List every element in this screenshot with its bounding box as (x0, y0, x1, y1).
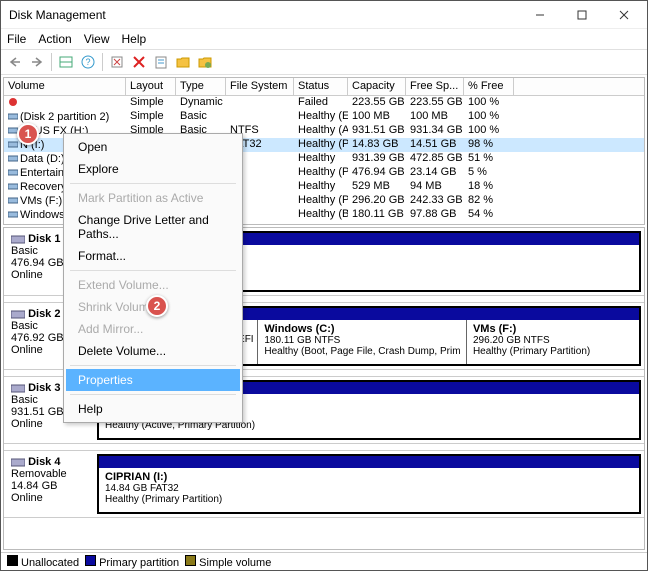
context-menu-item[interactable]: Help (66, 398, 240, 420)
col-layout[interactable]: Layout (126, 78, 176, 96)
volume-row[interactable]: SimpleDynamicFailed223.55 GB223.55 GB100… (4, 96, 644, 110)
partition-box[interactable]: CIPRIAN (I:)14.84 GB FAT32Healthy (Prima… (99, 468, 639, 512)
menu-help[interactable]: Help (122, 32, 147, 46)
context-menu-item[interactable]: Explore (66, 158, 240, 180)
properties-icon[interactable] (151, 52, 171, 72)
content-area: Volume Layout Type File System Status Ca… (1, 75, 647, 570)
volume-row[interactable]: (Disk 2 partition 2)SimpleBasicHealthy (… (4, 110, 644, 124)
title-bar: Disk Management (1, 1, 647, 29)
refresh-icon[interactable] (107, 52, 127, 72)
menu-view[interactable]: View (84, 32, 110, 46)
swatch-unallocated (7, 555, 18, 566)
volume-table-header: Volume Layout Type File System Status Ca… (4, 78, 644, 96)
volume-icon (8, 111, 18, 121)
volume-icon (8, 153, 18, 163)
split-view-icon[interactable] (56, 52, 76, 72)
back-button[interactable] (5, 52, 25, 72)
context-menu-item: Extend Volume... (66, 274, 240, 296)
col-type[interactable]: Type (176, 78, 226, 96)
volume-icon (8, 195, 18, 205)
partition-box[interactable]: Windows (C:)180.11 GB NTFSHealthy (Boot,… (258, 320, 467, 364)
maximize-button[interactable] (561, 2, 603, 28)
col-capacity[interactable]: Capacity (348, 78, 406, 96)
delete-icon[interactable] (129, 52, 149, 72)
close-button[interactable] (603, 2, 645, 28)
context-menu-item[interactable]: Properties (66, 369, 240, 391)
context-menu-item[interactable]: Format... (66, 245, 240, 267)
disk-row: Disk 4Removable14.84 GBOnlineCIPRIAN (I:… (4, 450, 644, 518)
disk-management-window: Disk Management File Action View Help ? … (0, 0, 648, 571)
help-icon[interactable]: ? (78, 52, 98, 72)
context-menu-item[interactable]: Open (66, 136, 240, 158)
disk-info: Disk 4Removable14.84 GBOnline (7, 454, 93, 514)
menu-action[interactable]: Action (38, 32, 71, 46)
disk-partition-map[interactable]: CIPRIAN (I:)14.84 GB FAT32Healthy (Prima… (97, 454, 641, 514)
context-menu-item: Add Mirror... (66, 318, 240, 340)
svg-text:?: ? (85, 57, 90, 67)
swatch-primary (85, 555, 96, 566)
volume-icon (8, 181, 18, 191)
volume-fail-icon (8, 97, 18, 107)
legend-simple: Simple volume (199, 557, 271, 569)
toolbar: ? (1, 49, 647, 75)
legend-unallocated: Unallocated (21, 557, 79, 569)
col-pct[interactable]: % Free (464, 78, 514, 96)
settings-icon[interactable] (195, 52, 215, 72)
context-menu-item[interactable]: Change Drive Letter and Paths... (66, 209, 240, 245)
partition-box[interactable]: VMs (F:)296.20 GB NTFSHealthy (Primary P… (467, 320, 639, 364)
menu-file[interactable]: File (7, 32, 26, 46)
callout-1: 1 (17, 123, 39, 145)
minimize-button[interactable] (519, 2, 561, 28)
legend-primary: Primary partition (99, 557, 179, 569)
volume-icon (8, 139, 18, 149)
context-menu-item[interactable]: Delete Volume... (66, 340, 240, 362)
folder-icon[interactable] (173, 52, 193, 72)
forward-button[interactable] (27, 52, 47, 72)
menu-bar: File Action View Help (1, 29, 647, 49)
col-free[interactable]: Free Sp... (406, 78, 464, 96)
context-menu[interactable]: OpenExplore Mark Partition as ActiveChang… (63, 133, 243, 423)
swatch-simple (185, 555, 196, 566)
col-volume[interactable]: Volume (4, 78, 126, 96)
window-title: Disk Management (9, 8, 106, 22)
col-status[interactable]: Status (294, 78, 348, 96)
col-filesystem[interactable]: File System (226, 78, 294, 96)
volume-icon (8, 209, 18, 219)
callout-2: 2 (146, 295, 168, 317)
legend: Unallocated Primary partition Simple vol… (1, 552, 647, 570)
volume-icon (8, 167, 18, 177)
context-menu-item: Mark Partition as Active (66, 187, 240, 209)
